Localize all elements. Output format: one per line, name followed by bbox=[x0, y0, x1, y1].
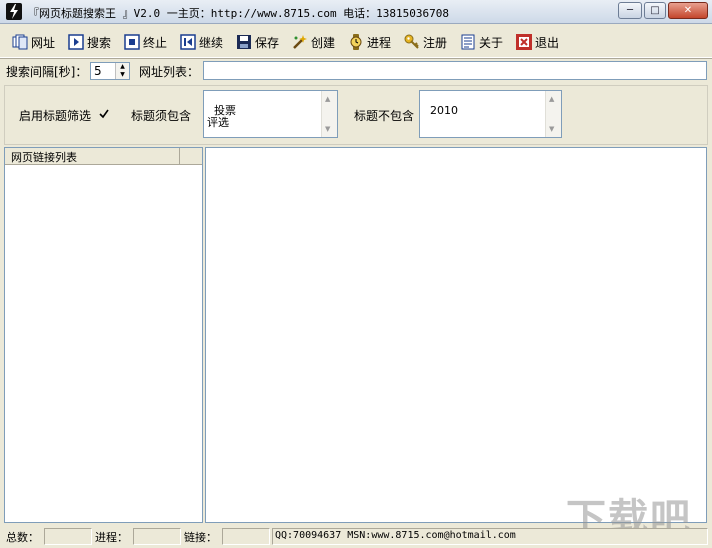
links-label: 链接： bbox=[184, 531, 217, 544]
interval-stepper[interactable]: 5 ▲ ▼ bbox=[90, 62, 130, 80]
links-list-column[interactable]: 网页链接列表 bbox=[5, 148, 180, 164]
register-button[interactable]: 注册 bbox=[404, 31, 447, 53]
content-pane[interactable] bbox=[205, 147, 707, 523]
exclude-scrollbar[interactable]: ▲ ▼ bbox=[545, 91, 561, 137]
play-icon bbox=[68, 34, 84, 50]
checkmark-icon bbox=[99, 109, 109, 119]
register-button-label: 注册 bbox=[423, 35, 448, 50]
minimize-button[interactable]: ─ bbox=[618, 2, 642, 19]
resume-icon bbox=[180, 34, 196, 50]
url-button-label: 网址 bbox=[31, 35, 56, 50]
interval-value: 5 bbox=[94, 64, 102, 78]
url-list-input[interactable] bbox=[203, 61, 707, 80]
stop-button-label: 终止 bbox=[143, 35, 168, 50]
pages-icon bbox=[12, 34, 28, 50]
about-button[interactable]: 关于 bbox=[460, 31, 503, 53]
exclude-textarea[interactable]: 2010 ▲ ▼ bbox=[419, 90, 562, 138]
links-value bbox=[222, 528, 270, 545]
film-exit-icon bbox=[516, 34, 532, 50]
maximize-button[interactable]: □ bbox=[644, 2, 666, 19]
exclude-label: 标题不包含 bbox=[354, 109, 415, 123]
enable-filter-label: 启用标题筛选 bbox=[19, 109, 92, 123]
include-text: 投票 评选 bbox=[207, 104, 236, 129]
continue-button-label: 继续 bbox=[199, 35, 224, 50]
floppy-disk-icon bbox=[236, 34, 252, 50]
window-title: 『网页标题搜索王 』V2.0 一主页：http://www.8715.com 电… bbox=[28, 7, 450, 20]
exclude-text: 2010 bbox=[430, 104, 458, 117]
total-label: 总数： bbox=[6, 531, 39, 544]
stop-button[interactable]: 终止 bbox=[124, 31, 167, 53]
contact-info: QQ:70094637 MSN:www.8715.com@hotmail.com bbox=[272, 528, 708, 545]
url-list-label: 网址列表： bbox=[139, 65, 200, 79]
links-list-header: 网页链接列表 bbox=[5, 148, 202, 165]
key-icon bbox=[404, 34, 420, 50]
search-button[interactable]: 搜索 bbox=[68, 31, 111, 53]
stop-icon bbox=[124, 34, 140, 50]
close-button[interactable]: ✕ bbox=[668, 2, 708, 19]
document-icon bbox=[460, 34, 476, 50]
save-button[interactable]: 保存 bbox=[236, 31, 279, 53]
progress-label: 进程： bbox=[95, 531, 128, 544]
about-button-label: 关于 bbox=[479, 35, 504, 50]
progress-button-label: 进程 bbox=[367, 35, 392, 50]
save-button-label: 保存 bbox=[255, 35, 280, 50]
search-button-label: 搜索 bbox=[87, 35, 112, 50]
watch-icon bbox=[348, 34, 364, 50]
wand-icon bbox=[292, 34, 308, 50]
progress-button[interactable]: 进程 bbox=[348, 31, 391, 53]
include-label: 标题须包含 bbox=[131, 109, 192, 123]
url-button[interactable]: 网址 bbox=[12, 31, 55, 53]
include-scrollbar[interactable]: ▲ ▼ bbox=[321, 91, 337, 137]
spin-down-icon[interactable]: ▼ bbox=[116, 71, 129, 79]
create-button[interactable]: 创建 bbox=[292, 31, 335, 53]
exit-button-label: 退出 bbox=[535, 35, 560, 50]
continue-button[interactable]: 继续 bbox=[180, 31, 223, 53]
app-lightning-icon bbox=[6, 3, 22, 20]
enable-filter-checkbox[interactable] bbox=[98, 108, 110, 120]
interval-label: 搜索间隔[秒]： bbox=[6, 65, 88, 79]
create-button-label: 创建 bbox=[311, 35, 336, 50]
progress-value bbox=[133, 528, 181, 545]
links-list-pane[interactable]: 网页链接列表 bbox=[4, 147, 203, 523]
exit-button[interactable]: 退出 bbox=[516, 31, 559, 53]
include-textarea[interactable]: 投票 评选 ▲ ▼ bbox=[203, 90, 338, 138]
spin-up-icon[interactable]: ▲ bbox=[116, 63, 129, 71]
total-value bbox=[44, 528, 92, 545]
